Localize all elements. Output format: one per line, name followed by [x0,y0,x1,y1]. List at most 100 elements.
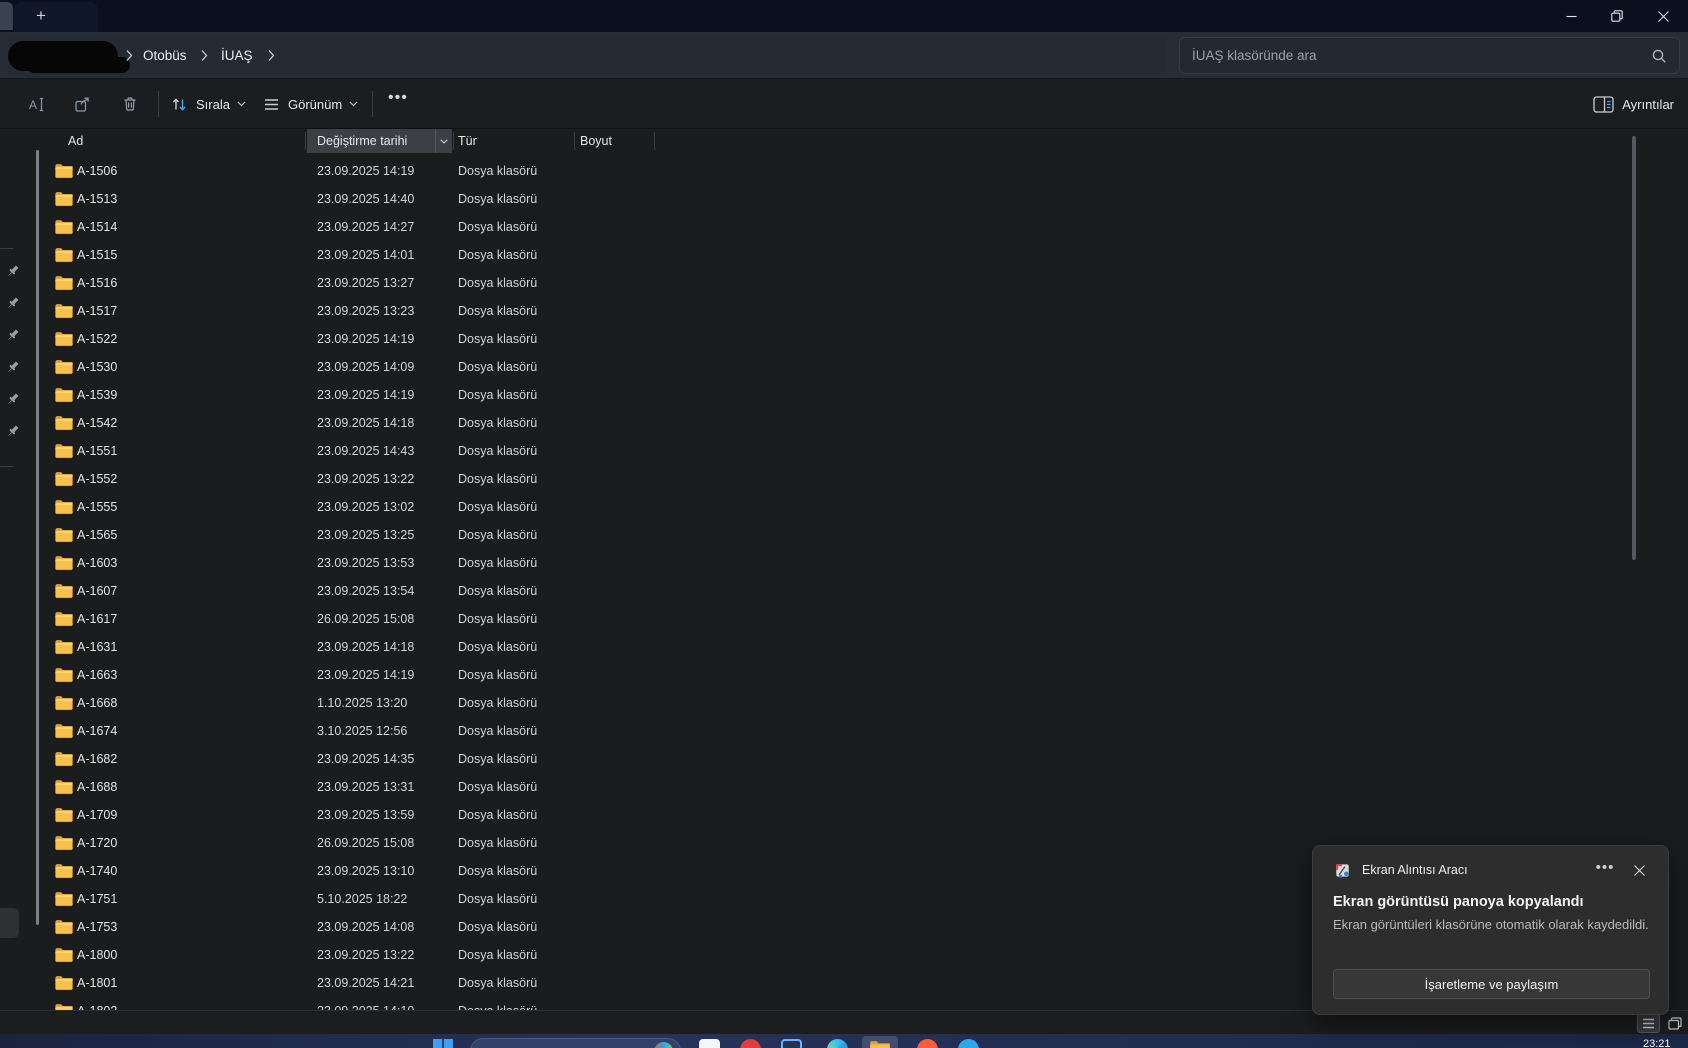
file-name: A-1539 [77,381,117,409]
folder-icon [55,192,73,206]
column-filter-button[interactable] [435,129,452,153]
restore-button[interactable] [1594,0,1640,32]
vertical-scrollbar[interactable] [1632,136,1636,560]
taskbar-app-word[interactable] [699,1039,720,1048]
details-pane-button[interactable]: Ayrıntılar [1593,90,1674,118]
large-icons-view-icon [1668,1017,1682,1030]
taskbar-file-explorer[interactable] [862,1036,898,1048]
pinned-item[interactable] [5,296,20,311]
snipping-tool-icon [1333,861,1352,880]
rename-button[interactable]: A [25,93,47,115]
start-button[interactable] [433,1039,453,1048]
breadcrumb-item-otobus[interactable]: Otobüs [139,37,191,74]
table-row[interactable]: A-1603 23.09.2025 13:53 Dosya klasörü [44,549,1688,577]
table-row[interactable]: A-1515 23.09.2025 14:01 Dosya klasörü [44,241,1688,269]
table-row[interactable]: A-1552 23.09.2025 13:22 Dosya klasörü [44,465,1688,493]
taskbar-app-blue-outline[interactable] [781,1039,802,1048]
address-bar[interactable]: Otobüs İUAŞ [8,37,1167,74]
table-row[interactable]: A-1551 23.09.2025 14:43 Dosya klasörü [44,437,1688,465]
table-row[interactable]: A-1555 23.09.2025 13:02 Dosya klasörü [44,493,1688,521]
nav-separator [0,466,13,467]
file-name: A-1682 [77,745,117,773]
file-name: A-1688 [77,773,117,801]
table-row[interactable]: A-1674 3.10.2025 12:56 Dosya klasörü [44,717,1688,745]
file-explorer-icon [870,1041,890,1048]
details-label: Ayrıntılar [1622,97,1674,112]
table-row[interactable]: A-1514 23.09.2025 14:27 Dosya klasörü [44,213,1688,241]
search-icon[interactable] [1651,48,1667,64]
search-input[interactable] [1192,39,1632,72]
more-options-button[interactable]: ••• [388,89,408,107]
table-row[interactable]: A-1542 23.09.2025 14:18 Dosya klasörü [44,409,1688,437]
folder-icon [55,696,73,710]
column-header-size[interactable]: Boyut [580,129,612,153]
taskbar-app-orange[interactable] [917,1039,938,1048]
toast-action-button[interactable]: İşaretleme ve paylaşım [1333,969,1650,999]
close-button[interactable] [1640,0,1686,32]
pinned-item[interactable] [5,328,20,343]
table-row[interactable]: A-1517 23.09.2025 13:23 Dosya klasörü [44,297,1688,325]
file-type: Dosya klasörü [458,885,537,913]
trash-icon [121,95,139,113]
folder-icon [55,276,73,290]
file-date-modified: 23.09.2025 13:02 [317,493,414,521]
breadcrumb-chevron-icon [124,48,134,63]
table-row[interactable]: A-1709 23.09.2025 13:59 Dosya klasörü [44,801,1688,829]
file-name: A-1565 [77,521,117,549]
delete-button[interactable] [119,93,141,115]
breadcrumb-chevron-icon [199,48,209,63]
pinned-item[interactable] [5,424,20,439]
active-tab[interactable] [14,2,98,32]
file-date-modified: 23.09.2025 14:09 [317,353,414,381]
view-button[interactable]: Görünüm [262,90,358,118]
column-header-type[interactable]: Tür [458,129,477,153]
taskbar-app-edge[interactable] [827,1039,848,1048]
table-row[interactable]: A-1530 23.09.2025 14:09 Dosya klasörü [44,353,1688,381]
column-header-modified[interactable]: Değiştirme tarihi [307,129,435,153]
folder-icon [55,612,73,626]
table-row[interactable]: A-1607 23.09.2025 13:54 Dosya klasörü [44,577,1688,605]
table-row[interactable]: A-1663 23.09.2025 14:19 Dosya klasörü [44,661,1688,689]
table-row[interactable]: A-1617 26.09.2025 15:08 Dosya klasörü [44,605,1688,633]
details-view-icon [1642,1018,1655,1029]
table-row[interactable]: A-1506 23.09.2025 14:19 Dosya klasörü [44,157,1688,185]
sort-button[interactable]: Sırala [170,90,246,118]
file-type: Dosya klasörü [458,633,537,661]
taskbar-app-telegram[interactable] [958,1039,979,1048]
table-row[interactable]: A-1631 23.09.2025 14:18 Dosya klasörü [44,633,1688,661]
toast-close-button[interactable] [1628,860,1650,880]
table-row[interactable]: A-1513 23.09.2025 14:40 Dosya klasörü [44,185,1688,213]
pinned-item[interactable] [5,360,20,375]
column-header-name[interactable]: Ad [68,129,83,153]
address-row: Otobüs İUAŞ [0,32,1688,79]
nav-scrollbar[interactable] [36,150,39,925]
table-row[interactable]: A-1688 23.09.2025 13:31 Dosya klasörü [44,773,1688,801]
table-row[interactable]: A-1539 23.09.2025 14:19 Dosya klasörü [44,381,1688,409]
file-date-modified: 26.09.2025 15:08 [317,829,414,857]
pinned-item[interactable] [5,264,20,279]
file-name: A-1542 [77,409,117,437]
taskbar-search-box[interactable] [470,1038,681,1048]
taskbar-app-red[interactable] [740,1039,761,1048]
search-box[interactable] [1179,37,1680,74]
minimize-button[interactable] [1548,0,1594,32]
pinned-item[interactable] [5,392,20,407]
toast-more-button[interactable]: ••• [1594,859,1616,876]
large-icons-view-toggle[interactable] [1663,1013,1686,1033]
new-tab-button[interactable]: + [30,5,52,27]
folder-icon [55,164,73,178]
table-row[interactable]: A-1682 23.09.2025 14:35 Dosya klasörü [44,745,1688,773]
share-button[interactable] [71,93,93,115]
file-name: A-1552 [77,465,117,493]
details-pane-icon [1593,96,1614,113]
table-row[interactable]: A-1668 1.10.2025 13:20 Dosya klasörü [44,689,1688,717]
table-row[interactable]: A-1565 23.09.2025 13:25 Dosya klasörü [44,521,1688,549]
breadcrumb-item-iuas[interactable]: İUAŞ [217,37,257,74]
search-highlights-icon[interactable] [654,1042,673,1048]
table-row[interactable]: A-1516 23.09.2025 13:27 Dosya klasörü [44,269,1688,297]
details-view-toggle[interactable] [1637,1013,1660,1033]
nav-selected-item[interactable] [0,908,19,938]
taskbar-clock[interactable]: 23:21 [1643,1038,1671,1048]
folder-icon [55,640,73,654]
table-row[interactable]: A-1522 23.09.2025 14:19 Dosya klasörü [44,325,1688,353]
